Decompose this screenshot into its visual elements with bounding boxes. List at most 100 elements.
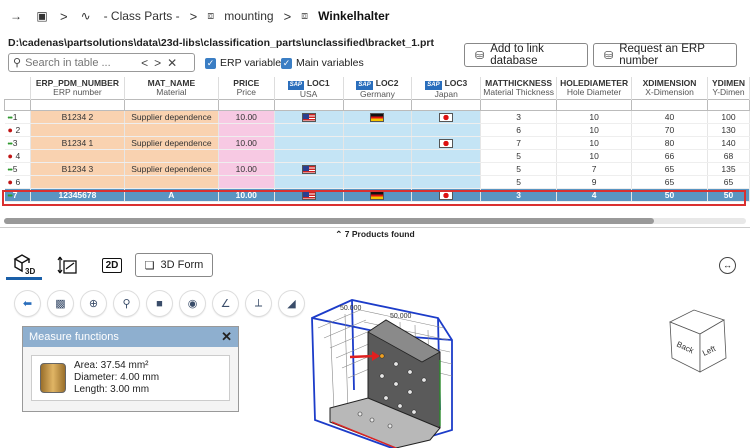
cell-material[interactable]: Supplier dependence <box>124 162 219 176</box>
filter-cell[interactable] <box>123 99 219 111</box>
cell-thickness[interactable]: 3 <box>480 188 558 202</box>
filter-cell[interactable] <box>706 99 750 111</box>
cell-erp-number[interactable]: B1234 2 <box>30 110 125 124</box>
filter-cell[interactable] <box>273 99 344 111</box>
cell-thickness[interactable]: 3 <box>480 110 558 124</box>
cell-price[interactable]: 10.00 <box>218 110 275 124</box>
measure-icon[interactable]: ∠ <box>213 291 238 316</box>
cell-loc3[interactable] <box>411 110 482 124</box>
cell-loc3[interactable] <box>411 188 482 202</box>
filter-cell[interactable] <box>411 99 482 111</box>
cell-x-dimension[interactable]: 65 <box>631 175 708 189</box>
table-row[interactable]: ••• 1 B1234 2 Supplier dependence 10.00 3 10 4… <box>4 110 750 124</box>
cell-loc2[interactable] <box>343 136 413 150</box>
search-box[interactable]: ⚲ < > ✕ <box>8 53 195 72</box>
cell-y-dimension[interactable]: 130 <box>707 123 750 137</box>
table-row[interactable]: ● 6 5 9 65 65 <box>4 175 750 189</box>
cell-thickness[interactable]: 7 <box>480 136 558 150</box>
cell-x-dimension[interactable]: 40 <box>631 110 708 124</box>
horizontal-scrollbar[interactable] <box>4 218 746 224</box>
table-row[interactable]: ● 4 5 10 66 68 <box>4 149 750 163</box>
close-icon[interactable]: ✕ <box>221 329 232 345</box>
search-clear-icon[interactable]: ✕ <box>167 56 177 70</box>
tab-3d[interactable]: 3D <box>6 250 42 280</box>
cell-y-dimension[interactable]: 50 <box>707 188 750 202</box>
filter-cell[interactable] <box>29 99 125 111</box>
filter-cell[interactable] <box>556 99 633 111</box>
cell-thickness[interactable]: 6 <box>480 123 558 137</box>
cell-y-dimension[interactable]: 68 <box>707 149 750 163</box>
cell-loc2[interactable] <box>343 175 413 189</box>
cell-price[interactable] <box>218 149 275 163</box>
table-row[interactable]: ● 2 6 10 70 130 <box>4 123 750 137</box>
shaded-cube-icon[interactable]: ■ <box>147 291 172 316</box>
column-header-erp[interactable]: ERP_PDM_NUMBER ERP number <box>30 77 125 100</box>
home-icon[interactable]: ▣ <box>34 8 50 24</box>
cell-price[interactable]: 10.00 <box>218 136 275 150</box>
cell-erp-number[interactable] <box>30 123 125 137</box>
cell-y-dimension[interactable]: 135 <box>707 162 750 176</box>
breadcrumb-mounting[interactable]: mounting <box>224 9 273 23</box>
cell-erp-number[interactable]: B1234 3 <box>30 162 125 176</box>
cell-material[interactable]: Supplier dependence <box>124 110 219 124</box>
cell-hole-diameter[interactable]: 4 <box>556 188 633 202</box>
search-input[interactable] <box>25 56 136 69</box>
column-header-loc1[interactable]: SAP LOC1 USA <box>274 77 344 100</box>
cell-loc2[interactable] <box>343 162 413 176</box>
cell-hole-diameter[interactable]: 10 <box>556 110 633 124</box>
filter-cell[interactable] <box>342 99 413 111</box>
cell-loc3[interactable] <box>411 123 482 137</box>
cell-material[interactable]: Supplier dependence <box>124 136 219 150</box>
zoom-fit-icon[interactable]: ⚲ <box>114 291 139 316</box>
cell-loc2[interactable] <box>343 149 413 163</box>
cell-material[interactable]: A <box>124 188 219 202</box>
cell-price[interactable] <box>218 175 275 189</box>
table-row[interactable]: ••• 7 12345678 A 10.00 3 4 50 50 <box>4 188 750 202</box>
row-index[interactable]: ● 4 <box>4 149 31 163</box>
cell-loc1[interactable] <box>274 110 344 124</box>
tab-2d[interactable]: 2D <box>94 250 130 280</box>
row-index[interactable]: ••• 7 <box>4 188 31 202</box>
cell-loc3[interactable] <box>411 175 482 189</box>
column-header-hole-diameter[interactable]: HOLEDIAMETER Hole Diameter <box>556 77 633 100</box>
cell-loc1[interactable] <box>274 162 344 176</box>
cell-x-dimension[interactable]: 65 <box>631 162 708 176</box>
row-index[interactable]: ● 2 <box>4 123 31 137</box>
column-header-x-dimension[interactable]: XDIMENSION X-Dimension <box>631 77 708 100</box>
cell-material[interactable] <box>124 123 219 137</box>
cell-loc2[interactable] <box>343 110 413 124</box>
table-row[interactable]: ••• 3 B1234 1 Supplier dependence 10.00 7 10 8… <box>4 136 750 150</box>
back-arrow-icon[interactable]: → <box>8 8 24 24</box>
bracket-part[interactable] <box>329 319 441 448</box>
cell-loc1[interactable] <box>274 123 344 137</box>
search-next-icon[interactable]: > <box>154 56 161 70</box>
column-header-material[interactable]: MAT_NAME Material <box>124 77 219 100</box>
cell-x-dimension[interactable]: 66 <box>631 149 708 163</box>
breadcrumb-class-parts[interactable]: - Class Parts - <box>104 9 180 23</box>
cell-loc1[interactable] <box>274 188 344 202</box>
row-index[interactable]: ••• 1 <box>4 110 31 124</box>
cell-hole-diameter[interactable]: 10 <box>556 136 633 150</box>
erp-variables-checkbox[interactable]: ✓ ERP variables <box>205 57 286 69</box>
cell-material[interactable] <box>124 149 219 163</box>
column-header-y-dimension[interactable]: YDIMEN Y-Dimen <box>707 77 750 100</box>
cell-hole-diameter[interactable]: 10 <box>556 123 633 137</box>
cell-loc3[interactable] <box>411 162 482 176</box>
cell-hole-diameter[interactable]: 10 <box>556 149 633 163</box>
cell-loc1[interactable] <box>274 136 344 150</box>
cell-loc1[interactable] <box>274 175 344 189</box>
table-row[interactable]: ••• 5 B1234 3 Supplier dependence 10.00 5 7 65… <box>4 162 750 176</box>
cell-loc2[interactable] <box>343 123 413 137</box>
scrollbar-thumb[interactable] <box>4 218 654 224</box>
zoom-in-icon[interactable]: ⊕ <box>81 291 106 316</box>
cell-y-dimension[interactable]: 100 <box>707 110 750 124</box>
section-icon[interactable]: ◢ <box>279 291 304 316</box>
collapse-icon[interactable]: ↔ <box>719 257 736 274</box>
wireframe-icon[interactable]: ▩ <box>48 291 73 316</box>
products-found-bar[interactable]: ⌃ 7 Products found <box>0 227 750 241</box>
add-link-database-button[interactable]: ⛁ Add to link database <box>464 43 588 67</box>
cell-y-dimension[interactable]: 140 <box>707 136 750 150</box>
cell-thickness[interactable]: 5 <box>480 175 558 189</box>
column-header-loc3[interactable]: SAP LOC3 Japan <box>411 77 482 100</box>
cell-y-dimension[interactable]: 65 <box>707 175 750 189</box>
